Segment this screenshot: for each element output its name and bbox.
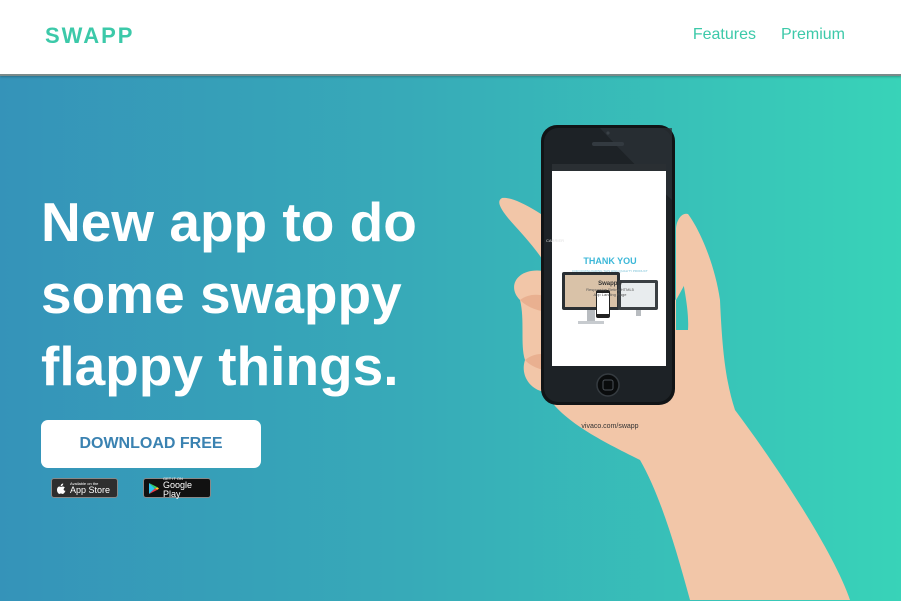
app-store-badge[interactable]: Available on the App Store (51, 478, 118, 498)
phone-screen-url: vivaco.com/swapp (581, 423, 639, 430)
nav-link-premium[interactable]: Premium (781, 26, 845, 44)
apple-icon (57, 483, 66, 494)
badge-store-name: App Store (70, 484, 111, 495)
play-icon (149, 482, 159, 494)
download-free-button[interactable]: DOWNLOAD FREE (41, 420, 261, 468)
phone-carrier-label: CARRIER (546, 238, 565, 243)
top-navbar: SWAPP Features Premium (0, 0, 901, 76)
phone-screen-title: THANK YOU (583, 256, 637, 266)
google-play-badge[interactable]: GET IT ON Google Play (143, 477, 211, 499)
hero-section: New app to do some swappy flappy things.… (0, 76, 901, 601)
headline-line: flappy things. (41, 335, 399, 397)
headline-line: New app to do (41, 191, 417, 253)
phone-screen-subtitle: App Landing Page (593, 292, 627, 297)
phone-screen: THANK YOU FOR DOWNLOADING THIS HIGH QUAL… (552, 246, 668, 436)
headline-line: some swappy (41, 263, 402, 325)
badge-store-name: Google Play (163, 480, 193, 499)
brand-logo[interactable]: SWAPP (45, 23, 134, 49)
nav-links: Features Premium (693, 26, 845, 44)
nav-link-features[interactable]: Features (693, 26, 756, 44)
phone-screen-tagline: FOR DOWNLOADING THIS HIGH QUALITY PRODUC… (572, 269, 648, 273)
hand-holding-phone-image (499, 125, 850, 600)
hero-headline: New app to do some swappy flappy things. (41, 186, 501, 402)
